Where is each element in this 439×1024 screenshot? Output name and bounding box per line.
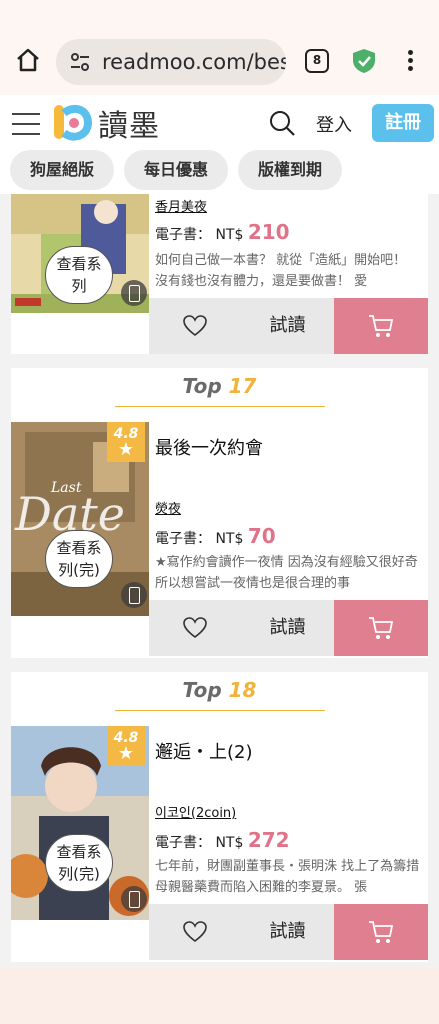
site-header: 讀墨 登入 註冊 — [0, 95, 439, 153]
site-settings-icon[interactable] — [70, 53, 90, 71]
site-logo[interactable]: 讀墨 — [52, 101, 160, 145]
svg-text:Last: Last — [50, 480, 82, 496]
book-actions: 試讀 — [149, 600, 428, 656]
chip-out-of-print[interactable]: 狗屋絕版 — [10, 150, 115, 190]
rating-badge: 4.8 ★ — [107, 422, 145, 462]
book-card: 查看系列 香月美夜 電子書： NT$ 210 如何自己做一本書？ 就從「造紙」開… — [11, 194, 428, 354]
add-to-cart-button[interactable] — [334, 298, 428, 354]
add-to-cart-button[interactable] — [334, 904, 428, 960]
rank-label: Top 18 — [182, 678, 257, 702]
book-price: 電子書： NT$ 70 — [155, 524, 276, 548]
try-read-button[interactable]: 試讀 — [241, 600, 334, 656]
category-chips: 狗屋絕版 每日優惠 版權到期 — [0, 150, 439, 194]
star-icon: ★ — [117, 743, 135, 764]
shield-check-icon[interactable] — [352, 48, 376, 74]
star-icon: ★ — [117, 439, 135, 460]
rank-divider — [115, 406, 325, 407]
book-description: 如何自己做一本書？ 就從「造紙」開始吧！ 沒有錢也沒有體力，還是要做書！ 愛 — [155, 253, 407, 289]
book-price: 電子書： NT$ 210 — [155, 220, 290, 244]
view-series-badge[interactable]: 查看系列(完) — [45, 834, 113, 892]
cart-icon — [369, 315, 394, 337]
rank-divider — [115, 710, 325, 711]
add-to-cart-button[interactable] — [334, 600, 428, 656]
heart-icon — [183, 315, 207, 337]
search-icon[interactable] — [268, 109, 296, 137]
bottom-area — [0, 968, 439, 1024]
home-icon[interactable] — [14, 46, 42, 74]
tab-switcher-button[interactable]: 8 — [305, 49, 329, 73]
book-price: 電子書： NT$ 272 — [155, 828, 290, 852]
rating-badge: 4.8 ★ — [107, 726, 145, 766]
logo-text: 讀墨 — [98, 109, 160, 144]
book-author[interactable]: 香月美夜 — [155, 196, 207, 215]
wishlist-button[interactable] — [149, 904, 241, 960]
book-author[interactable]: 熒夜 — [155, 498, 181, 517]
address-bar[interactable]: readmoo.com/bes — [56, 39, 286, 85]
wishlist-button[interactable] — [149, 298, 241, 354]
book-title[interactable]: 最後一次約會 — [155, 434, 263, 460]
view-series-badge[interactable]: 查看系列 — [45, 246, 113, 304]
mobile-device-icon — [121, 886, 147, 912]
mobile-device-icon — [121, 582, 147, 608]
chip-daily-deal[interactable]: 每日優惠 — [124, 150, 229, 190]
book-card: Top 17 Date Last 4.8 ★ 查看系列(完) 最後一次約會 熒夜 … — [11, 368, 428, 658]
try-read-button[interactable]: 試讀 — [241, 298, 334, 354]
book-cover[interactable]: 查看系列 — [11, 194, 149, 313]
chip-license-expiring[interactable]: 版權到期 — [238, 150, 343, 190]
try-read-button[interactable]: 試讀 — [241, 904, 334, 960]
more-menu-icon[interactable] — [400, 48, 420, 76]
cart-icon — [369, 617, 394, 639]
book-card: Top 18 4.8 ★ 查看系列(完) 邂逅・上(2) 이코인(2coin) 電… — [11, 672, 428, 962]
book-description: 七年前，財團副董事長・張明洙 找上了為籌措母親醫藥費而陷入困難的李夏景。 張 — [155, 859, 420, 895]
book-description: ★寫作約會讀作一夜情 因為沒有經驗又很好奇所以想嘗試一夜情也是很合理的事 — [155, 555, 418, 591]
login-link[interactable]: 登入 — [316, 111, 352, 137]
book-cover[interactable]: Date Last 4.8 ★ 查看系列(完) — [11, 422, 149, 616]
book-cover[interactable]: 4.8 ★ 查看系列(完) — [11, 726, 149, 920]
mobile-device-icon — [121, 280, 147, 306]
wishlist-button[interactable] — [149, 600, 241, 656]
url-text: readmoo.com/bes — [102, 50, 286, 74]
readmoo-logo-icon — [54, 104, 93, 141]
heart-icon — [183, 921, 207, 943]
book-title[interactable]: 邂逅・上(2) — [155, 738, 253, 764]
hamburger-menu-icon[interactable] — [12, 113, 40, 135]
rank-label: Top 17 — [182, 374, 257, 398]
heart-icon — [183, 617, 207, 639]
cart-icon — [369, 921, 394, 943]
view-series-badge[interactable]: 查看系列(完) — [45, 530, 113, 588]
book-actions: 試讀 — [149, 904, 428, 960]
register-button[interactable]: 註冊 — [372, 104, 434, 142]
browser-toolbar: readmoo.com/bes 8 — [0, 0, 439, 95]
book-author[interactable]: 이코인(2coin) — [155, 802, 236, 821]
book-actions: 試讀 — [149, 298, 428, 354]
